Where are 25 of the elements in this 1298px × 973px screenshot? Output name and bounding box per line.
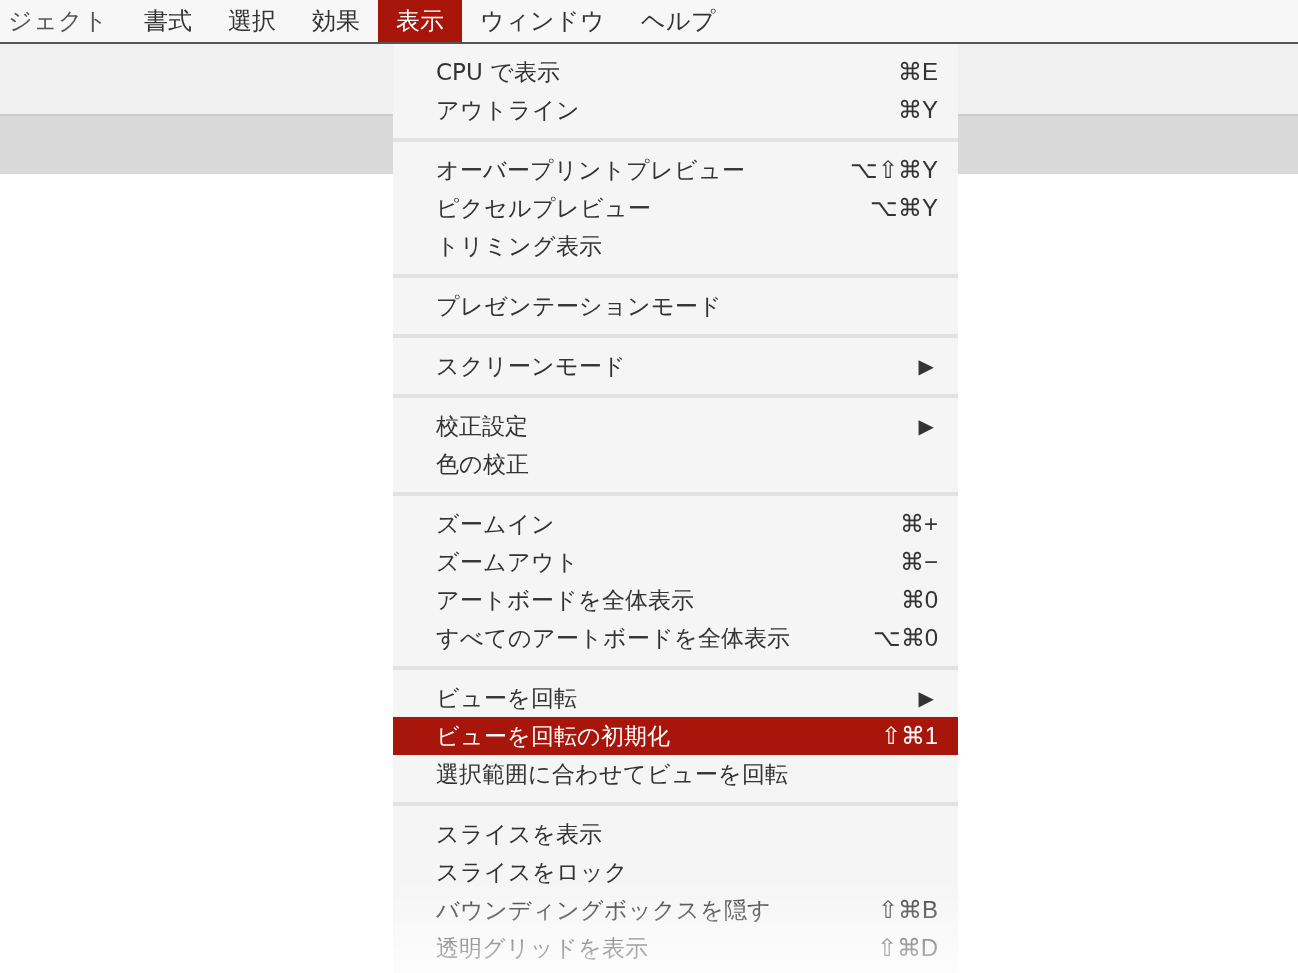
menu-bar-item[interactable]: ウィンドウ: [462, 0, 623, 42]
menu-item[interactable]: 色の校正: [393, 445, 958, 483]
menu-item[interactable]: アウトライン ⌘Y: [393, 91, 958, 129]
menu-item[interactable]: ピクセルプレビュー ⌥⌘Y: [393, 189, 958, 227]
menu-item[interactable]: アートボードを全体表示 ⌘0: [393, 581, 958, 619]
menu-item[interactable]: スライスを表示: [393, 815, 958, 853]
menu-item[interactable]: スクリーンモード ▶: [393, 347, 958, 385]
menu-bar-item[interactable]: 効果: [294, 0, 378, 42]
menu-bar-item[interactable]: ヘルプ: [623, 0, 734, 42]
menu-item[interactable]: すべてのアートボードを全体表示 ⌥⌘0: [393, 619, 958, 657]
menu-bar-item[interactable]: 書式: [126, 0, 210, 42]
menu-item[interactable]: ズームイン ⌘+: [393, 505, 958, 543]
menu-bar-item[interactable]: 表示: [378, 0, 462, 42]
menu-item[interactable]: 選択範囲に合わせてビューを回転: [393, 755, 958, 793]
menu-item[interactable]: バウンディングボックスを隠す ⇧⌘B: [393, 891, 958, 929]
menu-bar-item[interactable]: ジェクト: [4, 0, 126, 42]
menu-item[interactable]: オーバープリントプレビュー ⌥⇧⌘Y: [393, 151, 958, 189]
menu-item[interactable]: プレゼンテーションモード: [393, 287, 958, 325]
menu-item[interactable]: ズームアウト ⌘−: [393, 543, 958, 581]
menu-item[interactable]: 校正設定 ▶: [393, 407, 958, 445]
menu-bar-item[interactable]: 選択: [210, 0, 294, 42]
menu-item[interactable]: ビューを回転の初期化 ⇧⌘1: [393, 717, 958, 755]
menu-item[interactable]: ビューを回転 ▶: [393, 679, 958, 717]
menu-item[interactable]: スライスをロック: [393, 853, 958, 891]
menu-item[interactable]: トリミング表示: [393, 227, 958, 265]
